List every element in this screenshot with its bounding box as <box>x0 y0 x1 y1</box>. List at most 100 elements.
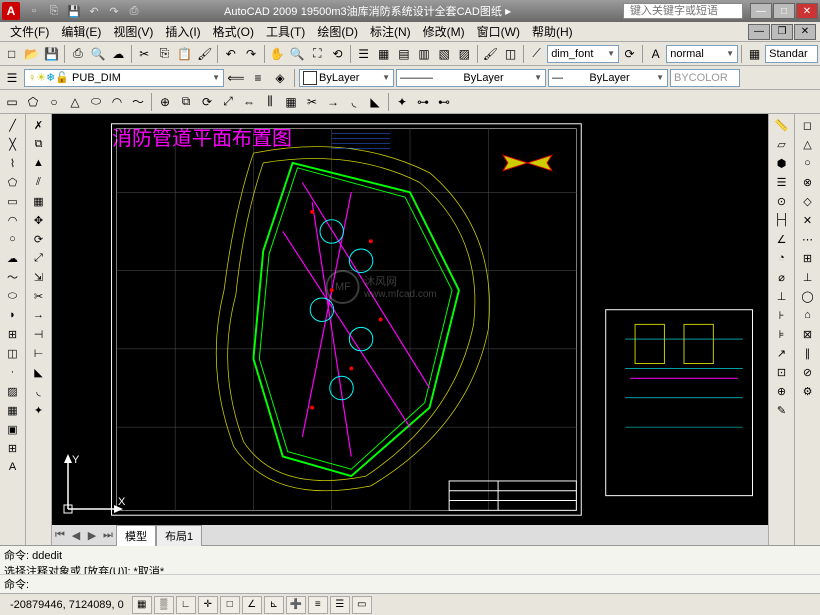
rotate-icon[interactable]: ⟳ <box>197 92 217 112</box>
extend-icon[interactable]: → <box>323 92 343 112</box>
polar-toggle[interactable]: ✛ <box>198 596 218 614</box>
zoom-win-icon[interactable]: ⛶ <box>308 44 327 64</box>
mirror2-icon[interactable]: ▲ <box>28 154 50 172</box>
trim2-icon[interactable]: ✂ <box>28 287 50 305</box>
ssm-icon[interactable]: ▥ <box>414 44 433 64</box>
text-style-dropdown[interactable]: normal▼ <box>666 45 738 63</box>
osnap-ext-icon[interactable]: ⋯ <box>797 230 819 248</box>
table-icon[interactable]: ⊞ <box>2 439 24 457</box>
block-icon-2[interactable]: ◫ <box>2 344 24 362</box>
pan-icon[interactable]: ✋ <box>268 44 287 64</box>
dyn-toggle[interactable]: ➕ <box>286 596 306 614</box>
color-dropdown[interactable]: ByLayer▼ <box>299 69 394 87</box>
otrack-toggle[interactable]: ∠ <box>242 596 262 614</box>
stretch-icon[interactable]: ⇲ <box>28 268 50 286</box>
chamfer2-icon[interactable]: ◣ <box>28 363 50 381</box>
ducs-toggle[interactable]: ⊾ <box>264 596 284 614</box>
region-icon[interactable]: ▣ <box>2 420 24 438</box>
osnap-ins-icon[interactable]: ⊞ <box>797 249 819 267</box>
qat-redo-icon[interactable]: ↷ <box>105 3 123 19</box>
tab-prev-icon[interactable]: ◀ <box>68 527 84 543</box>
copy2-icon[interactable]: ⧉ <box>28 135 50 153</box>
osnap-set-icon[interactable]: ⚙ <box>797 382 819 400</box>
new-icon[interactable]: □ <box>2 44 21 64</box>
layer-state-icon[interactable]: ≡ <box>248 68 268 88</box>
cut-icon[interactable]: ✂ <box>135 44 154 64</box>
qp-toggle[interactable]: ☰ <box>330 596 350 614</box>
save-icon[interactable]: 💾 <box>42 44 61 64</box>
ortho-toggle[interactable]: ∟ <box>176 596 196 614</box>
table-style-icon[interactable]: ▦ <box>745 44 764 64</box>
fillet2-icon[interactable]: ◟ <box>28 382 50 400</box>
osnap-none-icon[interactable]: ⊘ <box>797 363 819 381</box>
layer-mgr-icon[interactable]: ☰ <box>2 68 22 88</box>
mtext-icon[interactable]: A <box>2 458 24 476</box>
id-icon[interactable]: ⊙ <box>771 192 793 210</box>
copy-icon[interactable]: ⎘ <box>155 44 174 64</box>
rect-icon[interactable]: ▭ <box>2 92 22 112</box>
zoom-prev-icon[interactable]: ⟲ <box>328 44 347 64</box>
doc-restore-button[interactable]: ❐ <box>771 24 793 40</box>
gradient-icon[interactable]: ▦ <box>2 401 24 419</box>
xline-icon[interactable]: ╳ <box>2 135 24 153</box>
osnap-cen-icon[interactable]: ○ <box>797 154 819 172</box>
ellipse-icon-2[interactable]: ⬭ <box>2 287 24 305</box>
model-toggle[interactable]: ▭ <box>352 596 372 614</box>
menu-modify[interactable]: 修改(M) <box>417 21 471 42</box>
redo-icon[interactable]: ↷ <box>241 44 260 64</box>
menu-draw[interactable]: 绘图(D) <box>311 21 364 42</box>
dc-icon[interactable]: ▦ <box>374 44 393 64</box>
tab-last-icon[interactable]: ⏭ <box>100 527 116 543</box>
close-button[interactable]: ✕ <box>796 3 818 19</box>
qat-print-icon[interactable]: ⎙ <box>125 3 143 19</box>
array-icon[interactable]: ▦ <box>281 92 301 112</box>
dim-base-icon[interactable]: ⊧ <box>771 325 793 343</box>
fillet-icon[interactable]: ◟ <box>344 92 364 112</box>
mass-icon[interactable]: ⬢ <box>771 154 793 172</box>
spline-icon-2[interactable]: 〜 <box>2 268 24 286</box>
osnap-perp-icon[interactable]: ⊥ <box>797 268 819 286</box>
linetype-dropdown[interactable]: ———ByLayer▼ <box>396 69 546 87</box>
text-style-icon[interactable]: A <box>646 44 665 64</box>
osnap-node-icon[interactable]: ⊗ <box>797 173 819 191</box>
menu-insert[interactable]: 插入(I) <box>159 21 206 42</box>
layer-prev-icon[interactable]: ⟸ <box>226 68 246 88</box>
array2-icon[interactable]: ▦ <box>28 192 50 210</box>
lwt-toggle[interactable]: ≡ <box>308 596 328 614</box>
offset2-icon[interactable]: ⫽ <box>28 173 50 191</box>
tol-icon[interactable]: ⊡ <box>771 363 793 381</box>
circle-icon[interactable]: ○ <box>44 92 64 112</box>
print-icon[interactable]: ⎙ <box>68 44 87 64</box>
help-search-input[interactable] <box>623 3 743 19</box>
open-icon[interactable]: 📂 <box>22 44 41 64</box>
paint-icon[interactable]: 🖌 <box>481 44 500 64</box>
list-icon[interactable]: ☰ <box>771 173 793 191</box>
lineweight-dropdown[interactable]: —ByLayer▼ <box>548 69 668 87</box>
dim-cont-icon[interactable]: ⊦ <box>771 306 793 324</box>
ellipse-icon[interactable]: ⬭ <box>86 92 106 112</box>
join2-icon[interactable]: ⊢ <box>28 344 50 362</box>
scale-icon[interactable]: ⤢ <box>218 92 238 112</box>
block-icon[interactable]: ◫ <box>501 44 520 64</box>
doc-minimize-button[interactable]: — <box>748 24 770 40</box>
osnap-par-icon[interactable]: ∥ <box>797 344 819 362</box>
dim-lin-icon[interactable]: ├┤ <box>771 211 793 229</box>
publish-icon[interactable]: ☁ <box>109 44 128 64</box>
menu-format[interactable]: 格式(O) <box>207 21 260 42</box>
break2-icon[interactable]: ⊣ <box>28 325 50 343</box>
mirror-icon[interactable]: ⇔ <box>239 92 259 112</box>
qat-undo-icon[interactable]: ↶ <box>85 3 103 19</box>
menu-window[interactable]: 窗口(W) <box>471 21 526 42</box>
poly-icon[interactable]: ⬠ <box>23 92 43 112</box>
undo-icon[interactable]: ↶ <box>221 44 240 64</box>
point-icon[interactable]: · <box>2 363 24 381</box>
table-style-dropdown[interactable]: Standar <box>765 45 818 63</box>
preview-icon[interactable]: 🔍 <box>89 44 108 64</box>
menu-view[interactable]: 视图(V) <box>107 21 159 42</box>
osnap-mid-icon[interactable]: △ <box>797 135 819 153</box>
osnap-toggle[interactable]: □ <box>220 596 240 614</box>
tab-next-icon[interactable]: ▶ <box>84 527 100 543</box>
dim-edit-icon[interactable]: ✎ <box>771 401 793 419</box>
rotate2-icon[interactable]: ⟳ <box>28 230 50 248</box>
dim-style-dropdown[interactable]: dim_font▼ <box>547 45 619 63</box>
